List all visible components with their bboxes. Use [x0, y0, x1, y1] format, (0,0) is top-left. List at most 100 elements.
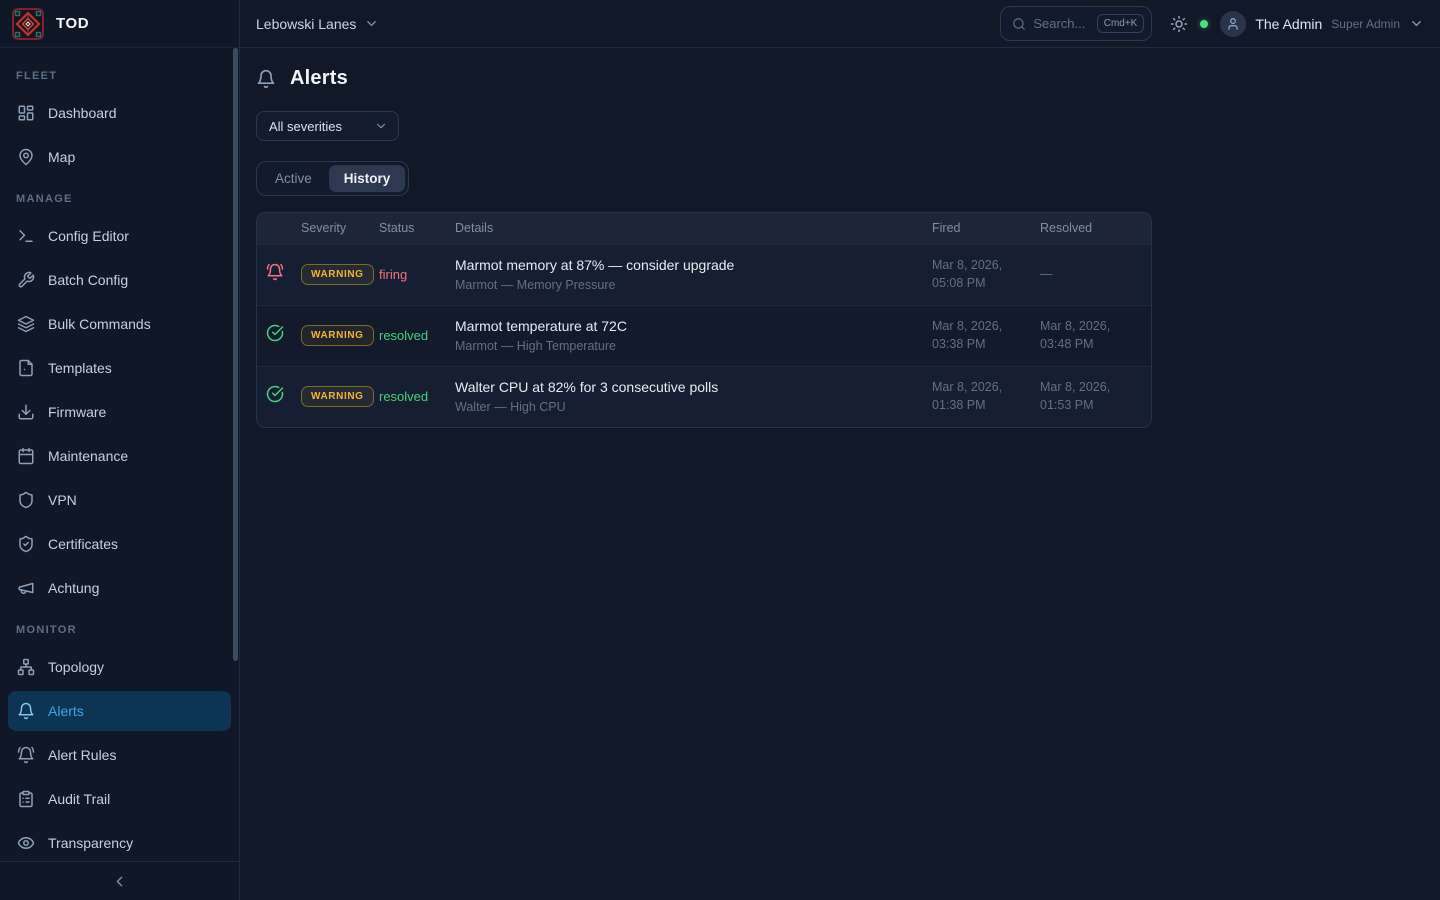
sidebar-item-label: Transparency: [48, 835, 133, 851]
chevron-left-icon: [111, 873, 128, 890]
sidebar-item-label: Templates: [48, 360, 112, 376]
brand: TOD: [0, 0, 239, 48]
clipboard-list-icon: [17, 790, 35, 808]
sidebar-item-label: Dashboard: [48, 105, 117, 121]
sidebar-item-dashboard[interactable]: Dashboard: [8, 93, 231, 133]
eye-icon: [17, 834, 35, 852]
severity-badge: WARNING: [301, 386, 374, 407]
sidebar-item-firmware[interactable]: Firmware: [8, 392, 231, 432]
sidebar-item-vpn[interactable]: VPN: [8, 480, 231, 520]
sidebar-item-label: Batch Config: [48, 272, 128, 288]
sidebar-item-label: Bulk Commands: [48, 316, 151, 332]
table-header-row: SeverityStatusDetailsFiredResolved: [257, 213, 1152, 244]
layout-dashboard-icon: [17, 104, 35, 122]
topbar: Lebowski Lanes Cmd+K The Admin Super Adm…: [240, 0, 1440, 48]
sidebar-item-label: Map: [48, 149, 75, 165]
severity-badge: WARNING: [301, 325, 374, 346]
column-header-resolved: Resolved: [1040, 213, 1152, 244]
fired-timestamp: Mar 8, 2026, 05:08 PM: [932, 244, 1040, 305]
alert-title: Marmot memory at 87% — consider upgrade: [455, 257, 924, 273]
sidebar-item-config-editor[interactable]: Config Editor: [8, 216, 231, 256]
sidebar-scrollbar[interactable]: [233, 48, 238, 661]
layers-icon: [17, 315, 35, 333]
sidebar-item-label: Config Editor: [48, 228, 129, 244]
check-circle-icon: [266, 324, 284, 342]
download-icon: [17, 403, 35, 421]
brand-name: TOD: [56, 15, 89, 32]
user-menu[interactable]: The Admin Super Admin: [1220, 11, 1424, 37]
page-title: Alerts: [290, 67, 348, 90]
sidebar-item-map[interactable]: Map: [8, 137, 231, 177]
megaphone-icon: [17, 579, 35, 597]
sidebar-item-alerts[interactable]: Alerts: [8, 691, 231, 731]
sidebar-item-label: Maintenance: [48, 448, 128, 464]
alert-row[interactable]: WARNINGfiringMarmot memory at 87% — cons…: [257, 244, 1152, 305]
chevron-down-icon: [374, 119, 388, 133]
fired-timestamp: Mar 8, 2026, 01:38 PM: [932, 366, 1040, 427]
page-header: Alerts: [256, 67, 1424, 90]
topbar-right: Cmd+K The Admin Super Admin: [1000, 6, 1424, 41]
tab-active[interactable]: Active: [260, 165, 327, 192]
sidebar-item-topology[interactable]: Topology: [8, 647, 231, 687]
sidebar-item-certificates[interactable]: Certificates: [8, 524, 231, 564]
check-circle-icon: [266, 385, 284, 403]
alert-row[interactable]: WARNING resolved Walter CPU at 82% for 3 c…: [257, 366, 1152, 427]
sidebar-item-label: Audit Trail: [48, 791, 110, 807]
org-switcher[interactable]: Lebowski Lanes: [256, 16, 379, 32]
org-name: Lebowski Lanes: [256, 16, 356, 32]
column-header-details: Details: [455, 213, 932, 244]
sidebar-item-transparency[interactable]: Transparency: [8, 823, 231, 861]
bell-icon: [256, 69, 276, 89]
alert-subtitle: Marmot — High Temperature: [455, 339, 924, 353]
avatar: [1220, 11, 1246, 37]
sidebar-item-label: Topology: [48, 659, 104, 675]
sidebar-item-templates[interactable]: Templates: [8, 348, 231, 388]
severity-filter-select[interactable]: All severities: [256, 111, 399, 141]
bell-ring-icon: [17, 746, 35, 764]
resolved-timestamp: Mar 8, 2026, 03:48 PM: [1040, 305, 1152, 366]
alerts-tabs: ActiveHistory: [256, 161, 409, 196]
status-label: resolved: [379, 328, 428, 343]
user-icon: [1226, 17, 1240, 31]
theme-toggle-sun-icon[interactable]: [1170, 15, 1188, 33]
chevron-down-icon: [1409, 16, 1424, 31]
alert-title: Walter CPU at 82% for 3 consecutive poll…: [455, 379, 924, 395]
sidebar-item-label: Alerts: [48, 703, 84, 719]
column-header-icon: [257, 213, 301, 244]
main-area: Lebowski Lanes Cmd+K The Admin Super Adm…: [240, 0, 1440, 900]
search-box[interactable]: Cmd+K: [1000, 6, 1152, 41]
sidebar-section-label-manage: MANAGE: [8, 181, 231, 216]
sidebar-item-achtung[interactable]: Achtung: [8, 568, 231, 608]
sidebar-item-alert-rules[interactable]: Alert Rules: [8, 735, 231, 775]
sidebar-section-label-monitor: MONITOR: [8, 612, 231, 647]
alert-subtitle: Marmot — Memory Pressure: [455, 278, 924, 292]
sidebar-item-batch-config[interactable]: Batch Config: [8, 260, 231, 300]
sidebar-section-label-fleet: FLEET: [8, 58, 231, 93]
status-label: resolved: [379, 389, 428, 404]
sidebar-collapse-button[interactable]: [108, 869, 132, 893]
alerts-table-container: SeverityStatusDetailsFiredResolved WARNI…: [256, 212, 1152, 428]
severity-badge: WARNING: [301, 264, 374, 285]
sidebar-item-maintenance[interactable]: Maintenance: [8, 436, 231, 476]
sidebar-item-bulk-commands[interactable]: Bulk Commands: [8, 304, 231, 344]
alert-title: Marmot temperature at 72C: [455, 318, 924, 334]
sidebar-item-audit-trail[interactable]: Audit Trail: [8, 779, 231, 819]
sidebar-item-label: Achtung: [48, 580, 99, 596]
map-pin-icon: [17, 148, 35, 166]
sidebar-item-label: VPN: [48, 492, 77, 508]
network-icon: [17, 658, 35, 676]
tab-history[interactable]: History: [329, 165, 406, 192]
file-icon: [17, 359, 35, 377]
user-name: The Admin: [1255, 16, 1322, 32]
online-status-dot: [1200, 20, 1208, 28]
alerts-page: Alerts All severities ActiveHistory Seve…: [240, 48, 1440, 447]
alerts-table: SeverityStatusDetailsFiredResolved WARNI…: [257, 213, 1152, 427]
search-input[interactable]: [1033, 16, 1089, 31]
terminal-icon: [17, 227, 35, 245]
alert-row[interactable]: WARNING resolved Marmot temperature at 72C…: [257, 305, 1152, 366]
severity-filter-value: All severities: [269, 119, 342, 134]
sidebar-item-label: Firmware: [48, 404, 106, 420]
shield-check-icon: [17, 535, 35, 553]
wrench-icon: [17, 271, 35, 289]
fired-timestamp: Mar 8, 2026, 03:38 PM: [932, 305, 1040, 366]
